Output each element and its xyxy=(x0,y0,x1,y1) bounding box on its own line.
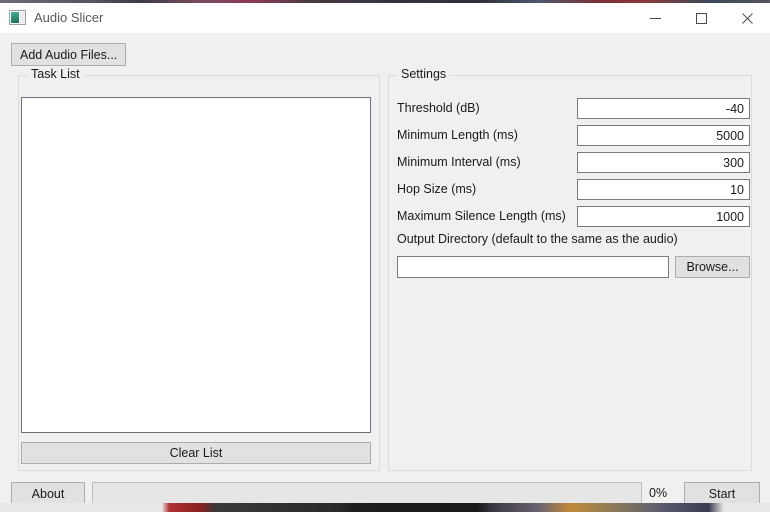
start-button[interactable]: Start xyxy=(684,482,760,503)
app-window-icon xyxy=(9,10,26,25)
settings-group-title: Settings xyxy=(397,67,451,81)
minimize-icon[interactable] xyxy=(632,3,678,33)
add-audio-files-button[interactable]: Add Audio Files... xyxy=(11,43,127,66)
window-title: Audio Slicer xyxy=(34,10,104,25)
browse-button[interactable]: Browse... xyxy=(675,256,750,278)
maximize-icon[interactable] xyxy=(678,3,724,33)
title-bar: Audio Slicer xyxy=(0,3,770,34)
threshold-label: Threshold (dB) xyxy=(397,101,480,115)
audio-slicer-window: Audio Slicer Add Audio Files... Task Lis… xyxy=(0,3,770,503)
threshold-input[interactable] xyxy=(577,98,750,119)
desktop-background-bottom xyxy=(0,503,770,512)
setting-row-maximum-silence-length: Maximum Silence Length (ms) xyxy=(397,206,750,227)
close-icon[interactable] xyxy=(724,3,770,33)
task-list-box[interactable] xyxy=(21,97,371,433)
setting-row-minimum-length: Minimum Length (ms) xyxy=(397,125,750,146)
progress-bar xyxy=(92,482,642,503)
minimum-interval-label: Minimum Interval (ms) xyxy=(397,155,521,169)
minimum-length-label: Minimum Length (ms) xyxy=(397,128,518,142)
minimum-interval-input[interactable] xyxy=(577,152,750,173)
setting-row-minimum-interval: Minimum Interval (ms) xyxy=(397,152,750,173)
maximum-silence-length-input[interactable] xyxy=(577,206,750,227)
toolbar: Add Audio Files... xyxy=(0,34,770,66)
hop-size-input[interactable] xyxy=(577,179,750,200)
clear-list-button[interactable]: Clear List xyxy=(21,442,371,464)
window-controls xyxy=(632,3,770,33)
task-list-group-title: Task List xyxy=(27,67,84,81)
output-directory-label: Output Directory (default to the same as… xyxy=(397,232,678,246)
setting-row-threshold: Threshold (dB) xyxy=(397,98,750,119)
setting-row-hop-size: Hop Size (ms) xyxy=(397,179,750,200)
about-button[interactable]: About xyxy=(11,482,85,503)
output-directory-input[interactable] xyxy=(397,256,669,278)
minimum-length-input[interactable] xyxy=(577,125,750,146)
progress-percent-label: 0% xyxy=(649,486,668,500)
maximum-silence-length-label: Maximum Silence Length (ms) xyxy=(397,209,566,223)
hop-size-label: Hop Size (ms) xyxy=(397,182,477,196)
